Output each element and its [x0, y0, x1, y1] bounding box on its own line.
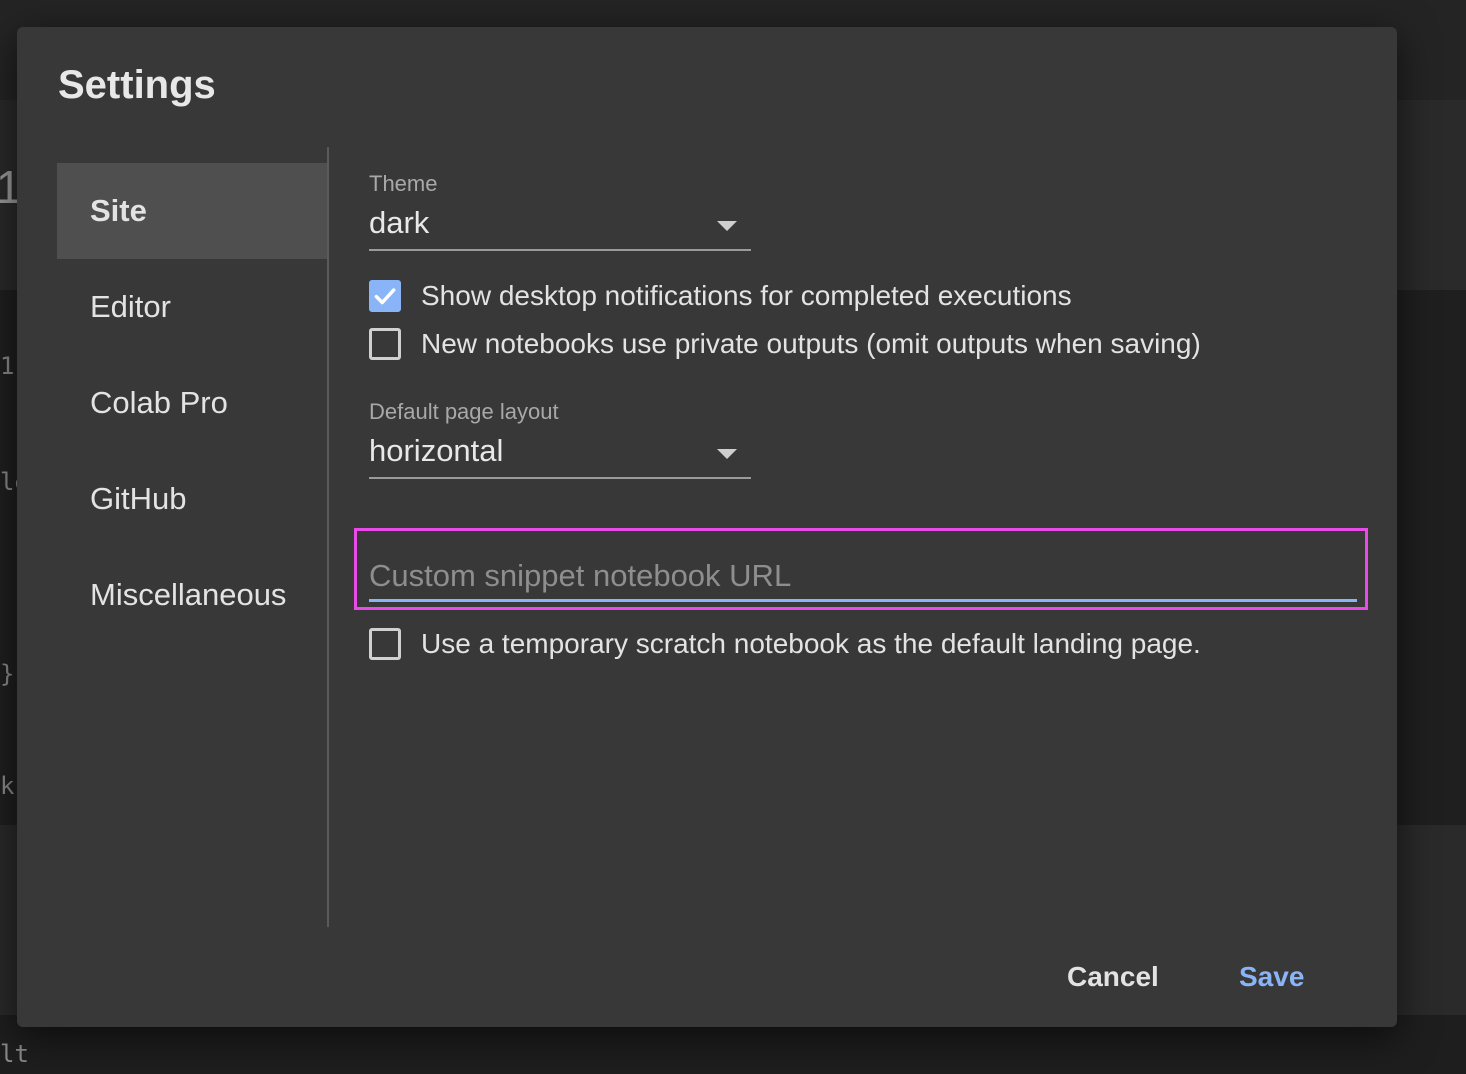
nav-divider [327, 147, 329, 927]
nav-item-miscellaneous[interactable]: Miscellaneous [57, 547, 327, 643]
private-outputs-label: New notebooks use private outputs (omit … [421, 328, 1201, 359]
layout-select[interactable]: horizontal [369, 431, 751, 479]
cancel-button[interactable]: Cancel [1057, 955, 1169, 999]
theme-value: dark [369, 205, 430, 240]
snippet-url-input[interactable] [369, 553, 1357, 602]
desktop-notifications-option[interactable]: Show desktop notifications for completed… [369, 277, 1072, 315]
scratch-notebook-label: Use a temporary scratch notebook as the … [421, 628, 1201, 659]
nav-item-editor[interactable]: Editor [57, 259, 327, 355]
private-outputs-option[interactable]: New notebooks use private outputs (omit … [369, 325, 1201, 363]
dialog-title: Settings [58, 63, 216, 107]
settings-nav: Site Editor Colab Pro GitHub Miscellaneo… [57, 163, 327, 643]
desktop-notifications-checkbox[interactable] [369, 280, 401, 312]
dropdown-arrow-icon [717, 449, 737, 459]
theme-select[interactable]: dark [369, 203, 751, 251]
nav-item-github[interactable]: GitHub [57, 451, 327, 547]
theme-label: Theme [369, 171, 438, 196]
nav-item-colab-pro[interactable]: Colab Pro [57, 355, 327, 451]
scratch-notebook-checkbox[interactable] [369, 628, 401, 660]
background-code-text: lt [0, 1040, 29, 1068]
check-icon [374, 288, 396, 305]
layout-value: horizontal [369, 433, 504, 468]
layout-label: Default page layout [369, 399, 559, 424]
settings-dialog: Settings Site Editor Colab Pro GitHub Mi… [17, 27, 1397, 1027]
scratch-notebook-option[interactable]: Use a temporary scratch notebook as the … [369, 625, 1201, 663]
nav-item-site[interactable]: Site [57, 163, 327, 259]
private-outputs-checkbox[interactable] [369, 328, 401, 360]
dropdown-arrow-icon [717, 221, 737, 231]
save-button[interactable]: Save [1229, 955, 1314, 999]
desktop-notifications-label: Show desktop notifications for completed… [421, 280, 1072, 311]
